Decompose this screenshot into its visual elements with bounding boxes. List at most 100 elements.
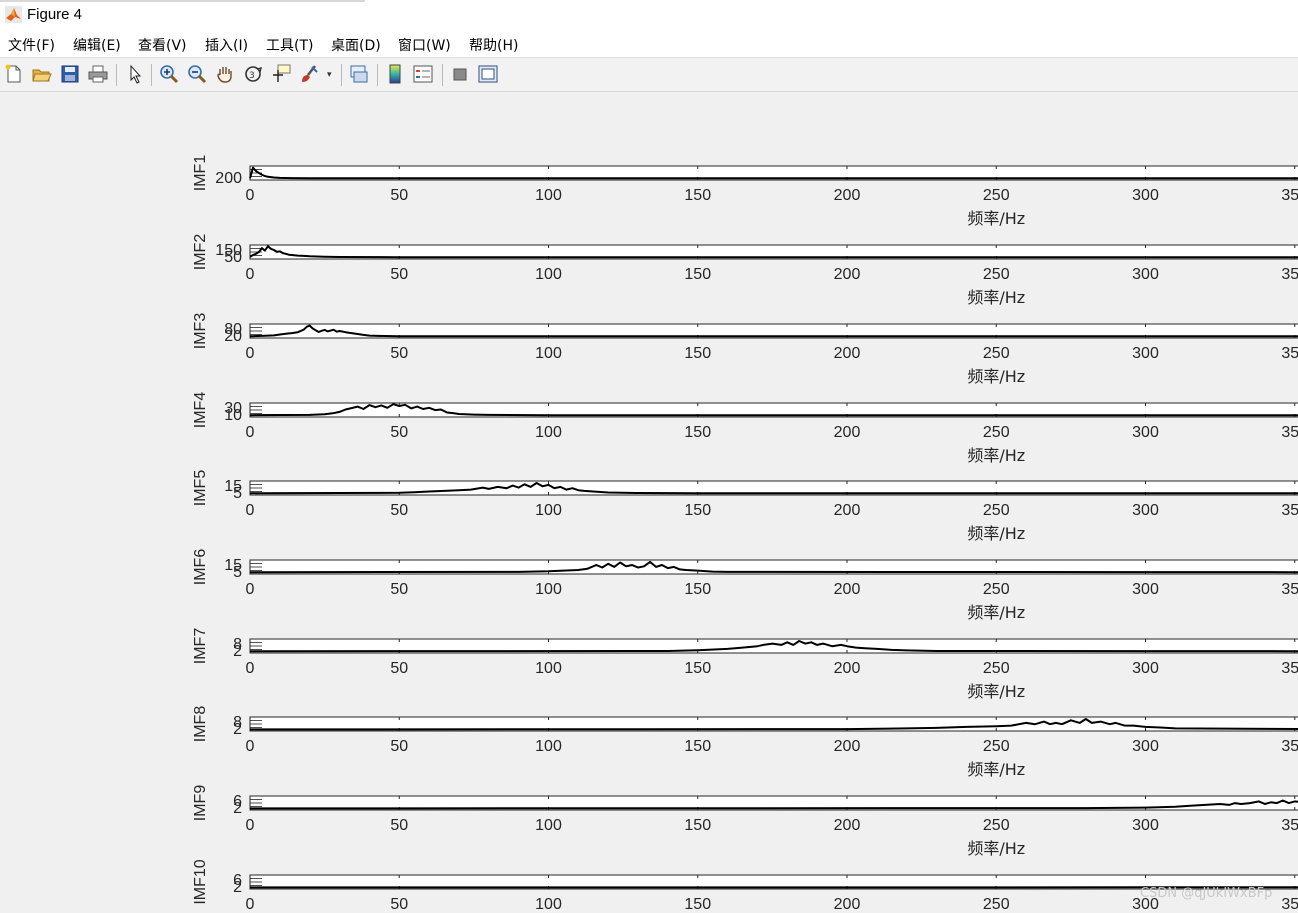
x-axis-label: 频率/Hz xyxy=(967,603,1025,622)
toolbar-separator xyxy=(341,64,342,86)
subplot-10[interactable]: 05010015020025030035062IMF10 xyxy=(192,859,1298,913)
menu-view[interactable]: 查看(V) xyxy=(138,35,187,55)
x-tick-label: 250 xyxy=(983,738,1010,755)
subplot-6[interactable]: 050100150200250300350155IMF6频率/Hz xyxy=(192,549,1298,622)
x-tick-label: 200 xyxy=(834,502,861,519)
x-tick-label: 350 xyxy=(1281,738,1298,755)
x-tick-label: 100 xyxy=(535,817,562,834)
zoom-out-icon[interactable] xyxy=(186,63,208,85)
x-axis-label: 频率/Hz xyxy=(967,524,1025,543)
x-tick-label: 200 xyxy=(834,187,861,204)
y-axis-label: IMF8 xyxy=(192,706,209,743)
toolbar-separator xyxy=(116,64,117,86)
brush-icon[interactable] xyxy=(298,63,320,85)
matlab-icon[interactable] xyxy=(5,6,22,23)
toolbar-separator xyxy=(151,64,152,86)
print-icon[interactable] xyxy=(87,63,109,85)
window-title: Figure 4 xyxy=(27,6,83,23)
edit-plot-arrow-icon[interactable] xyxy=(124,63,146,85)
subplot-4[interactable]: 0501001502002503003503010IMF4频率/Hz xyxy=(192,392,1298,465)
menu-window[interactable]: 窗口(W) xyxy=(398,35,451,55)
hide-plot-tools-icon[interactable] xyxy=(449,63,471,85)
y-tick-label: 10 xyxy=(224,407,242,424)
title-shadow xyxy=(0,0,365,2)
x-tick-label: 250 xyxy=(983,581,1010,598)
x-tick-label: 100 xyxy=(535,738,562,755)
open-file-icon[interactable] xyxy=(31,63,53,85)
y-axis-label: IMF9 xyxy=(192,785,209,822)
x-axis-label: 频率/Hz xyxy=(967,839,1025,858)
subplot-5[interactable]: 050100150200250300350155IMF5频率/Hz xyxy=(192,470,1298,543)
x-tick-label: 300 xyxy=(1132,817,1159,834)
x-tick-label: 200 xyxy=(834,660,861,677)
x-tick-label: 50 xyxy=(390,660,408,677)
subplot-3[interactable]: 0501001502002503003508020IMF3频率/Hz xyxy=(192,313,1298,386)
menu-file[interactable]: 文件(F) xyxy=(8,35,55,55)
x-tick-label: 0 xyxy=(246,345,255,362)
x-tick-label: 100 xyxy=(535,345,562,362)
x-tick-label: 300 xyxy=(1132,187,1159,204)
menu-desktop[interactable]: 桌面(D) xyxy=(331,35,381,55)
subplot-8[interactable]: 05010015020025030035082IMF8频率/Hz xyxy=(192,706,1298,779)
y-tick-label: 2 xyxy=(233,879,242,896)
y-tick-label: 50 xyxy=(224,249,242,266)
menu-help[interactable]: 帮助(H) xyxy=(469,35,518,55)
x-tick-label: 350 xyxy=(1281,817,1298,834)
y-axis-label: IMF5 xyxy=(192,470,209,507)
x-tick-label: 200 xyxy=(834,817,861,834)
x-tick-label: 250 xyxy=(983,660,1010,677)
x-tick-label: 150 xyxy=(684,581,711,598)
y-axis-label: IMF4 xyxy=(192,392,209,429)
x-tick-label: 150 xyxy=(684,660,711,677)
link-plot-icon[interactable] xyxy=(348,63,370,85)
figure-canvas: 050100150200250300350200IMF1频率/Hz0501001… xyxy=(192,155,1298,913)
x-tick-label: 0 xyxy=(246,817,255,834)
x-tick-label: 50 xyxy=(390,502,408,519)
x-tick-label: 200 xyxy=(834,896,861,913)
x-tick-label: 100 xyxy=(535,187,562,204)
menu-insert[interactable]: 插入(I) xyxy=(205,35,248,55)
x-tick-label: 0 xyxy=(246,581,255,598)
x-tick-label: 100 xyxy=(535,266,562,283)
colorbar-icon[interactable] xyxy=(384,63,406,85)
subplot-7[interactable]: 05010015020025030035082IMF7频率/Hz xyxy=(192,628,1298,701)
x-tick-label: 150 xyxy=(684,738,711,755)
menu-tools[interactable]: 工具(T) xyxy=(266,35,313,55)
x-tick-label: 350 xyxy=(1281,266,1298,283)
x-tick-label: 300 xyxy=(1132,738,1159,755)
zoom-in-icon[interactable] xyxy=(158,63,180,85)
legend-icon[interactable] xyxy=(412,63,434,85)
brush-dropdown-arrow-icon[interactable]: ▾ xyxy=(327,69,332,80)
y-tick-label: 20 xyxy=(224,328,242,345)
rotate-3d-icon[interactable]: 3 xyxy=(242,63,264,85)
x-tick-label: 0 xyxy=(246,896,255,913)
show-plot-tools-icon[interactable] xyxy=(477,63,499,85)
subplot-9[interactable]: 05010015020025030035062IMF9频率/Hz xyxy=(192,785,1298,858)
y-tick-label: 5 xyxy=(233,564,242,581)
subplot-2[interactable]: 05010015020025030035015050IMF2频率/Hz xyxy=(192,234,1298,307)
subplot-1[interactable]: 0 50 100 150 200 250 300 350 200 IMF1 频率/Hz xyxy=(192,155,1298,228)
x-tick-label: 250 xyxy=(983,896,1010,913)
x-tick-label: 150 xyxy=(684,266,711,283)
x-tick-label: 50 xyxy=(390,266,408,283)
new-figure-icon[interactable] xyxy=(3,63,25,85)
x-axis-label: 频率/Hz xyxy=(967,760,1025,779)
x-tick-label: 200 xyxy=(834,266,861,283)
x-axis-label: 频率/Hz xyxy=(967,446,1025,465)
pan-hand-icon[interactable] xyxy=(214,63,236,85)
toolbar: 3 ▾ xyxy=(0,58,1298,92)
svg-text:3: 3 xyxy=(249,71,255,81)
x-tick-label: 150 xyxy=(684,896,711,913)
menu-bar: 文件(F) 编辑(E) 查看(V) 插入(I) 工具(T) 桌面(D) 窗口(W… xyxy=(0,30,1298,58)
x-tick-label: 0 xyxy=(246,266,255,283)
y-tick-label: 2 xyxy=(233,800,242,817)
x-tick-label: 0 xyxy=(246,502,255,519)
save-icon[interactable] xyxy=(59,63,81,85)
x-tick-label: 250 xyxy=(983,817,1010,834)
x-tick-label: 250 xyxy=(983,187,1010,204)
menu-edit[interactable]: 编辑(E) xyxy=(73,35,121,55)
x-tick-label: 200 xyxy=(834,424,861,441)
data-cursor-icon[interactable] xyxy=(270,63,292,85)
x-tick-label: 300 xyxy=(1132,581,1159,598)
x-tick-label: 100 xyxy=(535,660,562,677)
